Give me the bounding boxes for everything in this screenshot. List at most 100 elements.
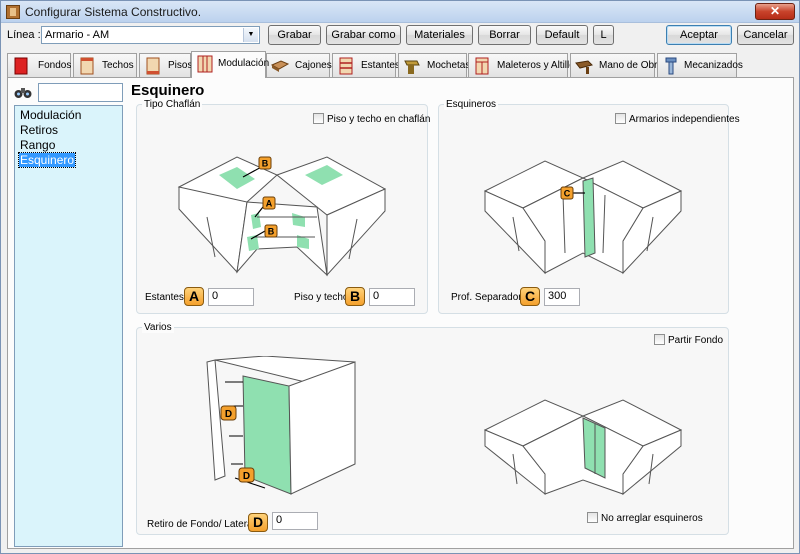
fondos-icon xyxy=(14,57,28,75)
tab-label: Pisos xyxy=(168,60,193,71)
grabar-como-button[interactable]: Grabar como xyxy=(326,25,401,45)
toolbar: Línea : Armario - AM ▼ Grabar Grabar com… xyxy=(1,25,799,45)
maleteros-icon xyxy=(475,57,489,75)
sidebar-list[interactable]: Modulación Retiros Rango Esquinero xyxy=(14,105,123,547)
checkbox-box[interactable] xyxy=(587,512,598,523)
tab-pisos[interactable]: Pisos xyxy=(139,53,193,77)
modulacion-icon xyxy=(197,55,213,73)
varios-corner-diagram xyxy=(483,399,683,496)
varios-title: Varios xyxy=(142,322,174,333)
badge-b-marker: B xyxy=(264,224,278,238)
sidebar-item-rango[interactable]: Rango xyxy=(19,138,56,152)
tab-cajones[interactable]: Cajones xyxy=(266,53,332,77)
tab-mochetas[interactable]: Mochetas xyxy=(398,53,471,77)
tab-label: Techos xyxy=(102,60,134,71)
tab-label: Estantes xyxy=(361,60,400,71)
badge-a: A xyxy=(184,287,204,306)
tab-fondos[interactable]: Fondos xyxy=(7,53,71,77)
mochetas-icon xyxy=(404,60,420,74)
mecanizados-icon xyxy=(665,57,677,75)
tab-label: Mano de Obra xyxy=(599,60,663,71)
mano-de-obra-icon xyxy=(575,60,593,74)
separador-label: Prof. Separador xyxy=(451,292,522,303)
grabar-button[interactable]: Grabar xyxy=(268,25,321,45)
cancel-button[interactable]: Cancelar xyxy=(737,25,794,45)
title-bar[interactable]: Configurar Sistema Constructivo. ✕ xyxy=(1,1,799,23)
checkbox-label: Partir Fondo xyxy=(668,335,724,346)
tab-label: Mecanizados xyxy=(684,60,743,71)
tab-label: Modulación xyxy=(218,58,270,69)
tab-label: Fondos xyxy=(38,60,72,71)
retiro-input[interactable]: 0 xyxy=(272,512,318,530)
svg-text:C: C xyxy=(564,189,571,199)
page-title: Esquinero xyxy=(131,82,205,99)
tab-label: Mochetas xyxy=(427,60,471,71)
svg-text:A: A xyxy=(266,199,273,209)
l-button[interactable]: L xyxy=(593,25,614,45)
linea-select[interactable]: Armario - AM ▼ xyxy=(41,26,260,44)
piso-techo-chaflan-checkbox[interactable]: Piso y techo en chaflán xyxy=(313,113,430,125)
tab-label: Maleteros y Altillos xyxy=(497,60,580,71)
sidebar-item-esquinero[interactable]: Esquinero xyxy=(17,152,77,168)
badge-c: C xyxy=(520,287,540,306)
badge-b: B xyxy=(345,287,365,306)
sidebar-item-retiros[interactable]: Retiros xyxy=(19,123,59,137)
chevron-down-icon[interactable]: ▼ xyxy=(243,28,258,42)
sidebar-item-modulacion[interactable]: Modulación xyxy=(19,108,82,122)
badge-d-marker: D xyxy=(220,405,237,421)
chaflan-cabinet-diagram: B A B xyxy=(177,156,387,277)
badge-c-marker: C xyxy=(560,186,574,200)
armarios-independientes-checkbox[interactable]: Armarios independientes xyxy=(615,113,740,125)
partir-fondo-checkbox[interactable]: Partir Fondo xyxy=(654,334,723,346)
sidebar-search-input[interactable] xyxy=(38,83,123,102)
checkbox-label: Piso y techo en chaflán xyxy=(327,114,431,125)
default-button[interactable]: Default xyxy=(536,25,588,45)
svg-text:B: B xyxy=(262,159,269,169)
piso-techo-input[interactable]: 0 xyxy=(369,288,415,306)
binoculars-icon[interactable] xyxy=(14,85,32,99)
chaflan-group: Tipo Chaflán Piso y techo en chaflán B A… xyxy=(136,99,430,314)
tab-modulacion[interactable]: Modulación xyxy=(191,51,270,78)
estantes-icon xyxy=(339,57,353,75)
estantes-input[interactable]: 0 xyxy=(208,288,254,306)
svg-text:B: B xyxy=(268,227,275,237)
estantes-label: Estantes xyxy=(145,292,184,303)
checkbox-label: No arreglar esquineros xyxy=(601,513,703,524)
pisos-icon xyxy=(146,57,160,75)
materiales-button[interactable]: Materiales xyxy=(406,25,473,45)
tab-panel-modulacion: Modulación Retiros Rango Esquinero Esqui… xyxy=(7,77,794,549)
svg-text:D: D xyxy=(243,471,250,482)
close-button[interactable]: ✕ xyxy=(755,3,795,20)
svg-text:D: D xyxy=(225,409,232,420)
esquineros-cabinet-diagram: C xyxy=(483,160,683,275)
app-icon xyxy=(6,5,20,19)
badge-d-marker: D xyxy=(238,467,255,483)
tab-maleteros[interactable]: Maleteros y Altillos xyxy=(468,53,580,77)
checkbox-box[interactable] xyxy=(615,113,626,124)
linea-label: Línea : xyxy=(7,29,41,41)
dialog-window: Configurar Sistema Constructivo. ✕ Línea… xyxy=(0,0,800,554)
window-title: Configurar Sistema Constructivo. xyxy=(25,5,202,19)
tab-techos[interactable]: Techos xyxy=(73,53,137,77)
piso-techo-label: Piso y techo xyxy=(294,292,349,303)
tab-mano-de-obra[interactable]: Mano de Obra xyxy=(570,53,663,77)
tab-estantes[interactable]: Estantes xyxy=(332,53,400,77)
checkbox-label: Armarios independientes xyxy=(629,114,740,125)
checkbox-box[interactable] xyxy=(313,113,324,124)
cajones-icon xyxy=(271,60,289,72)
varios-group: Varios Partir Fondo D D Retiro de Fondo/… xyxy=(136,322,729,535)
varios-side-diagram: D D xyxy=(206,356,356,495)
badge-a-marker: A xyxy=(262,196,276,210)
separador-input[interactable]: 300 xyxy=(544,288,580,306)
esquineros-title: Esquineros xyxy=(444,99,499,110)
borrar-button[interactable]: Borrar xyxy=(478,25,531,45)
chaflan-title: Tipo Chaflán xyxy=(142,99,203,110)
badge-b-marker: B xyxy=(258,156,272,170)
accept-button[interactable]: Aceptar xyxy=(666,25,732,45)
tab-mecanizados[interactable]: Mecanizados xyxy=(657,53,743,77)
esquineros-group: Esquineros Armarios independientes C Pro… xyxy=(438,99,740,314)
retiro-label: Retiro de Fondo/ Lateral xyxy=(147,519,255,530)
checkbox-box[interactable] xyxy=(654,334,665,345)
linea-value: Armario - AM xyxy=(45,29,110,41)
no-arreglar-checkbox[interactable]: No arreglar esquineros xyxy=(587,512,703,524)
